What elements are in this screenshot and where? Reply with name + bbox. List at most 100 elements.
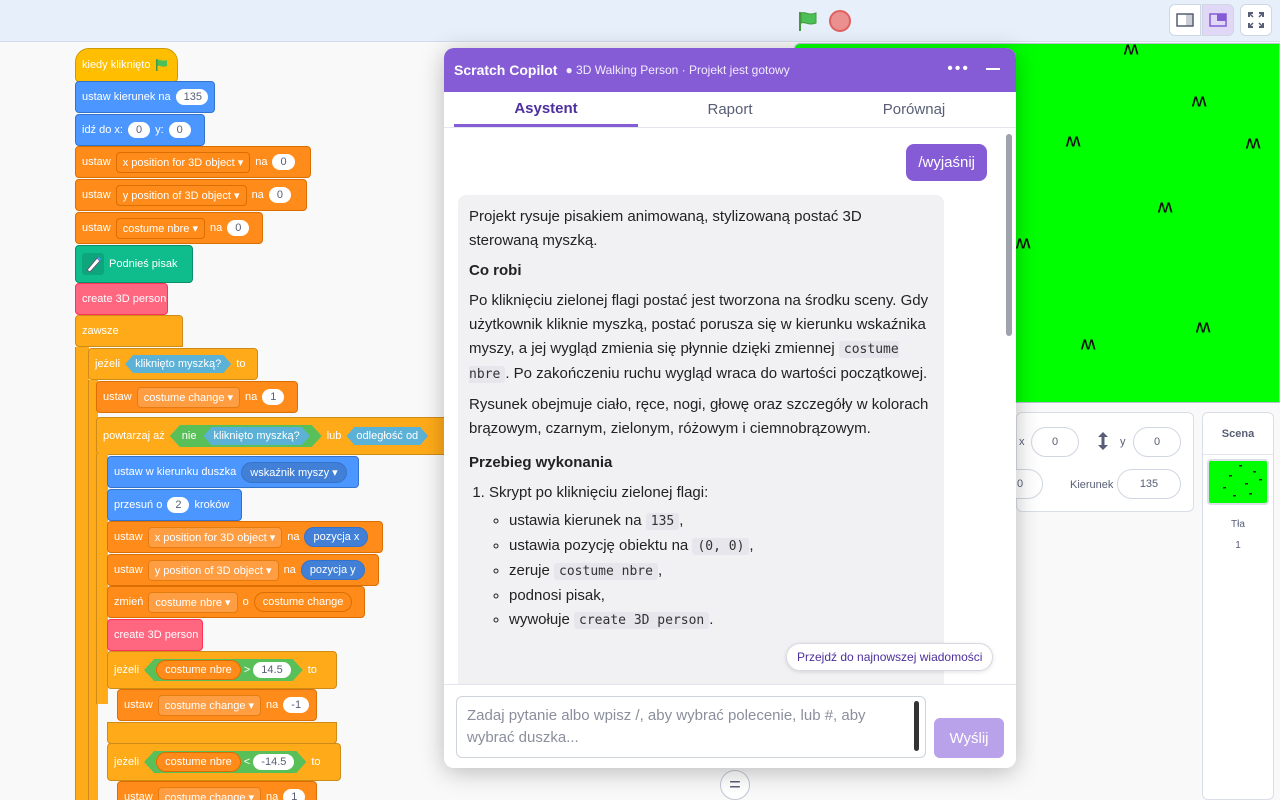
stage-selector-panel[interactable]: Scena Tła 1 <box>1202 412 1274 800</box>
chat-area[interactable]: /wyjaśnij Projekt rysuje pisakiem animow… <box>444 128 1016 684</box>
normal-stage-button[interactable] <box>1202 4 1234 36</box>
set-variable-block[interactable]: ustaw costume change ▾ na 1 <box>96 381 298 413</box>
tab-compare[interactable]: Porównaj <box>822 92 1006 127</box>
variable-dropdown[interactable]: costume nbre ▾ <box>115 217 205 239</box>
jump-to-latest-button[interactable]: Przejdź do najnowszej wiadomości <box>786 643 994 671</box>
steps-input[interactable]: 2 <box>167 497 190 513</box>
y-input[interactable]: 0 <box>168 122 191 138</box>
variable-dropdown[interactable]: costume change ▾ <box>157 786 262 800</box>
variable-dropdown[interactable]: y position of 3D object ▾ <box>147 559 279 581</box>
block-label: na <box>283 564 296 576</box>
value-input[interactable]: -1 <box>283 697 310 713</box>
direction-input[interactable]: 135 <box>175 89 208 105</box>
fullscreen-icon <box>1248 12 1264 28</box>
set-variable-block[interactable]: ustaw x position for 3D object ▾ na pozy… <box>107 521 383 553</box>
x-input[interactable]: 0 <box>127 122 151 138</box>
pen-icon <box>82 253 104 275</box>
block-label: przesuń o <box>114 499 163 511</box>
x-label: x <box>1019 436 1025 448</box>
value-input[interactable]: 0 <box>268 187 291 203</box>
block-label: powtarzaj aż <box>103 430 165 442</box>
x-input[interactable]: 0 <box>1031 427 1079 457</box>
target-dropdown[interactable]: wskaźnik myszy ▾ <box>241 461 347 483</box>
list-item: zeruje costume nbre, <box>509 559 933 584</box>
drawing-paragraph: Rysunek obejmuje ciało, ręce, nogi, głow… <box>469 396 929 437</box>
variable-dropdown[interactable]: y position of 3D object ▾ <box>115 184 247 206</box>
if-block[interactable]: jeżeli costume nbre > 14.5 to <box>107 651 337 689</box>
set-variable-block[interactable]: ustaw costume change ▾ na 1 <box>117 781 317 800</box>
variable-dropdown[interactable]: x position for 3D object ▾ <box>147 526 283 548</box>
set-direction-block[interactable]: ustaw kierunek na 135 <box>75 81 215 113</box>
forever-block[interactable]: zawsze <box>75 315 183 347</box>
block-label: ustaw <box>82 222 111 234</box>
variable-dropdown[interactable]: costume nbre ▾ <box>148 591 238 613</box>
set-variable-block[interactable]: ustaw y position of 3D object ▾ na 0 <box>75 179 307 211</box>
input-scrollbar[interactable] <box>914 701 919 751</box>
distance-sensor[interactable]: odległość od <box>346 427 428 445</box>
set-variable-block[interactable]: ustaw costume nbre ▾ na 0 <box>75 212 263 244</box>
mouse-down-sensor[interactable]: kliknięto myszką? <box>125 355 231 373</box>
tab-assistant[interactable]: Asystent <box>454 92 638 127</box>
block-label: lub <box>326 430 342 442</box>
steps-list: Skrypt po kliknięciu zielonej flagi: ust… <box>489 481 933 633</box>
chat-input[interactable] <box>456 696 926 758</box>
x-position-reporter[interactable]: pozycja x <box>304 527 369 547</box>
greater-than-operator[interactable]: costume nbre > 14.5 <box>144 659 303 681</box>
point-towards-block[interactable]: ustaw w kierunku duszka wskaźnik myszy ▾ <box>107 456 359 488</box>
block-label: ustaw <box>103 391 132 403</box>
variable-dropdown[interactable]: costume change ▾ <box>136 386 241 408</box>
direction-input[interactable]: 135 <box>1117 469 1181 499</box>
fullscreen-button[interactable] <box>1240 4 1272 36</box>
zoom-reset-button[interactable]: = <box>720 770 750 800</box>
variable-dropdown[interactable]: costume change ▾ <box>157 694 262 716</box>
stage-thumbnail[interactable] <box>1207 459 1269 505</box>
less-than-operator[interactable]: costume nbre < -14.5 <box>144 751 306 773</box>
backdrops-count: 1 <box>1235 540 1241 551</box>
chat-scrollbar[interactable] <box>1006 134 1012 336</box>
green-flag-button[interactable] <box>796 9 820 33</box>
goto-xy-block[interactable]: idź do x: 0 y: 0 <box>75 114 205 146</box>
y-input[interactable]: 0 <box>1133 427 1181 457</box>
block-label: na <box>287 531 300 543</box>
y-position-reporter[interactable]: pozycja y <box>300 560 365 580</box>
pen-up-block[interactable]: Podnieś pisak <box>75 245 193 283</box>
block-label: na <box>266 699 279 711</box>
stop-button[interactable] <box>829 10 851 32</box>
block-label: ustaw <box>114 564 143 576</box>
minimize-icon[interactable] <box>986 68 1000 70</box>
repeat-until-block[interactable]: powtarzaj aż nie kliknięto myszką? lub o… <box>96 417 456 455</box>
block-label: ustaw <box>82 156 111 168</box>
block-label: o <box>242 596 249 608</box>
if-block[interactable]: jeżeli kliknięto myszką? to <box>88 348 258 380</box>
stage-label: Scena <box>1203 413 1273 455</box>
block-label: ustaw <box>124 699 153 711</box>
tab-report[interactable]: Raport <box>638 92 822 127</box>
set-variable-block[interactable]: ustaw costume change ▾ na -1 <box>117 689 317 721</box>
value-input[interactable]: 1 <box>283 789 306 800</box>
variable-dropdown[interactable]: x position for 3D object ▾ <box>115 151 251 173</box>
more-options-icon[interactable]: ••• <box>947 60 970 78</box>
value-input[interactable]: 0 <box>227 220 250 236</box>
intro-text: Projekt rysuje pisakiem animowaną, styli… <box>469 208 862 249</box>
value-input[interactable]: 0 <box>272 154 295 170</box>
block-label: kiedy kliknięto <box>82 59 151 71</box>
value-input[interactable]: 1 <box>262 389 285 405</box>
when-flag-clicked-block[interactable]: kiedy kliknięto <box>75 48 178 82</box>
not-operator[interactable]: nie kliknięto myszką? <box>170 425 322 447</box>
block-label: to <box>311 756 321 768</box>
list-item: ustawia kierunek na 135, <box>509 509 933 534</box>
create-3d-person-block[interactable]: create 3D person <box>107 619 203 651</box>
equals-icon: = <box>729 773 741 796</box>
move-steps-block[interactable]: przesuń o 2 kroków <box>107 489 242 521</box>
block-label: zawsze <box>82 325 119 337</box>
send-button[interactable]: Wyślij <box>934 718 1004 758</box>
if-block[interactable]: jeżeli costume nbre < -14.5 to <box>107 743 341 781</box>
small-stage-button[interactable] <box>1169 4 1201 36</box>
set-variable-block[interactable]: ustaw x position for 3D object ▾ na 0 <box>75 146 311 178</box>
change-variable-block[interactable]: zmień costume nbre ▾ o costume change <box>107 586 365 618</box>
create-3d-person-block[interactable]: create 3D person <box>75 283 168 315</box>
block-label: ustaw <box>82 189 111 201</box>
set-variable-block[interactable]: ustaw y position of 3D object ▾ na pozyc… <box>107 554 379 586</box>
block-label: na <box>255 156 268 168</box>
costume-change-reporter[interactable]: costume change <box>253 592 353 612</box>
